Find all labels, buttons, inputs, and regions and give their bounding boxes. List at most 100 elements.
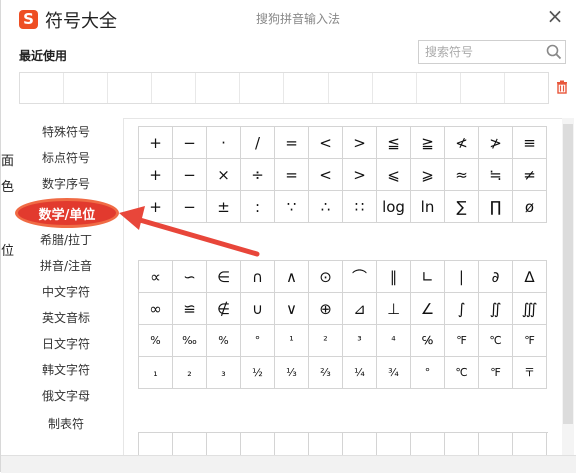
symbol-cell[interactable]: ∬ [479,293,513,325]
symbol-cell[interactable]: ÷ [241,159,275,191]
symbol-cell[interactable]: ∑ [445,191,479,223]
symbol-cell[interactable]: ¾ [377,357,411,389]
symbol-cell[interactable]: ∴ [309,191,343,223]
symbol-cell[interactable]: ≒ [479,159,513,191]
symbol-cell[interactable]: ∝ [139,261,173,293]
symbol-cell[interactable]: < [309,127,343,159]
symbol-cell[interactable]: ⊙ [309,261,343,293]
symbol-cell[interactable]: % [139,325,173,357]
recent-slot[interactable] [108,73,153,103]
symbol-cell[interactable]: ø [513,191,547,223]
symbol-cell[interactable]: < [309,159,343,191]
symbol-cell[interactable]: ⊕ [309,293,343,325]
symbol-cell[interactable]: ° [241,325,275,357]
symbol-cell[interactable]: ⌒ [343,261,377,293]
symbol-cell[interactable]: ⩽ [377,159,411,191]
symbol-cell[interactable]: ℃ [479,325,513,357]
symbol-cell[interactable]: ℉ [445,325,479,357]
symbol-cell[interactable]: ∂ [479,261,513,293]
category-item[interactable]: 韩文字符 [23,358,109,382]
recent-slot[interactable] [373,73,417,103]
symbol-cell[interactable]: ¹ [275,325,309,357]
category-item[interactable]: 特殊符号 [23,120,109,144]
category-item[interactable]: 希腊/拉丁 [23,228,109,252]
recent-slot[interactable] [461,73,505,103]
symbol-cell[interactable]: ² [309,325,343,357]
category-item[interactable]: 制表符 [23,412,109,436]
symbol-cell[interactable]: > [343,127,377,159]
symbol-cell[interactable]: ¼ [343,357,377,389]
symbol-cell[interactable]: ∭ [513,293,547,325]
recent-slot[interactable] [417,73,461,103]
symbol-cell[interactable]: log [377,191,411,223]
symbol-cell[interactable]: ∞ [139,293,173,325]
symbol-cell[interactable]: − [173,127,207,159]
symbol-cell[interactable]: ⅓ [275,357,309,389]
search-input[interactable] [425,43,543,61]
symbol-cell[interactable]: ∪ [241,293,275,325]
symbol-cell[interactable]: ∉ [207,293,241,325]
category-item[interactable]: 拼音/注音 [23,254,109,278]
symbol-cell[interactable]: ℅ [411,325,445,357]
symbol-cell[interactable]: ⅔ [309,357,343,389]
symbol-cell[interactable]: > [343,159,377,191]
symbol-cell[interactable]: ∽ [173,261,207,293]
search-box[interactable] [418,40,566,64]
symbol-cell[interactable]: ⊿ [343,293,377,325]
symbol-cell[interactable]: ≌ [173,293,207,325]
symbol-cell[interactable]: 〒 [513,357,547,389]
recent-slot[interactable] [505,73,548,103]
symbol-cell[interactable]: ∟ [411,261,445,293]
symbol-cell[interactable]: · [207,127,241,159]
scrollbar[interactable] [562,118,574,472]
symbol-cell[interactable]: = [275,127,309,159]
symbol-cell[interactable]: ∷ [343,191,377,223]
recent-slot[interactable] [64,73,109,103]
category-item[interactable]: 英文音标 [23,306,109,330]
category-item[interactable]: 中文字符 [23,280,109,304]
symbol-cell[interactable]: ° [411,357,445,389]
category-item[interactable]: 日文字符 [23,332,109,356]
close-button[interactable]: × [541,4,569,28]
symbol-cell[interactable]: ∨ [275,293,309,325]
recent-slot[interactable] [20,73,65,103]
trash-icon[interactable] [555,80,569,94]
symbol-cell[interactable]: ≡ [513,127,547,159]
symbol-cell[interactable]: ∩ [241,261,275,293]
symbol-cell[interactable]: × [207,159,241,191]
symbol-cell[interactable]: ∣ [445,261,479,293]
symbol-cell[interactable]: ⁴ [377,325,411,357]
symbol-cell[interactable]: ∥ [377,261,411,293]
symbol-cell[interactable]: ℉ [479,357,513,389]
category-item[interactable]: 俄文字母 [23,384,109,408]
symbol-cell[interactable]: ≠ [513,159,547,191]
symbol-cell[interactable]: ∈ [207,261,241,293]
symbol-cell[interactable]: ln [411,191,445,223]
recent-slot[interactable] [329,73,373,103]
symbol-cell[interactable]: ₁ [139,357,173,389]
symbol-cell[interactable]: ∵ [275,191,309,223]
symbol-cell[interactable]: − [173,159,207,191]
symbol-cell[interactable]: ≯ [479,127,513,159]
symbol-cell[interactable]: + [139,127,173,159]
recent-slot[interactable] [152,73,197,103]
symbol-cell[interactable]: ₂ [173,357,207,389]
symbol-cell[interactable]: ∠ [411,293,445,325]
symbol-cell[interactable]: ⩾ [411,159,445,191]
symbol-cell[interactable]: ‰ [173,325,207,357]
symbol-cell[interactable]: ≦ [377,127,411,159]
symbol-cell[interactable]: ∏ [479,191,513,223]
search-icon[interactable] [545,43,563,61]
recent-slot[interactable] [240,73,285,103]
symbol-cell[interactable]: = [275,159,309,191]
symbol-cell[interactable]: ₃ [207,357,241,389]
symbol-cell[interactable]: ∫ [445,293,479,325]
symbol-cell[interactable]: ≧ [411,127,445,159]
recent-slot[interactable] [284,73,329,103]
symbol-cell[interactable]: % [207,325,241,357]
symbol-cell[interactable]: ≮ [445,127,479,159]
symbol-cell[interactable]: ½ [241,357,275,389]
scroll-thumb[interactable] [563,124,573,424]
symbol-cell[interactable]: ∆ [513,261,547,293]
symbol-cell[interactable]: + [139,159,173,191]
